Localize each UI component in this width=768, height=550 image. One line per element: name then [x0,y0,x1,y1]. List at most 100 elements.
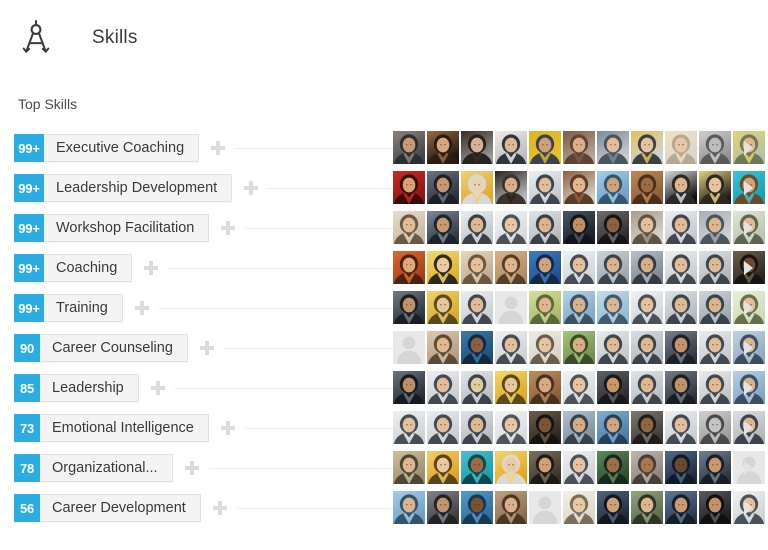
avatar[interactable] [427,331,459,364]
avatar[interactable] [529,171,561,204]
avatar[interactable] [699,371,731,404]
avatar[interactable] [597,451,629,484]
avatar[interactable] [495,251,527,284]
skill-pill[interactable]: Career Counseling [40,334,188,362]
next-endorsers-arrow-icon[interactable] [744,221,753,235]
avatar[interactable] [699,491,731,524]
avatar[interactable] [665,171,697,204]
skill-pill[interactable]: Career Development [40,494,201,522]
avatar[interactable] [461,411,493,444]
avatar[interactable] [665,291,697,324]
skill-pill[interactable]: Leadership Development [44,174,233,202]
avatar[interactable] [529,131,561,164]
avatar[interactable] [563,251,595,284]
avatar[interactable] [699,411,731,444]
next-endorsers-arrow-icon[interactable] [744,421,753,435]
avatar[interactable] [495,491,527,524]
endorse-plus-icon[interactable] [244,181,259,195]
avatar[interactable] [529,291,561,324]
endorse-plus-icon[interactable] [220,421,235,435]
endorse-plus-icon[interactable] [144,261,159,275]
avatar[interactable] [631,211,663,244]
avatar[interactable] [665,371,697,404]
avatar[interactable] [495,411,527,444]
avatar[interactable] [427,211,459,244]
skill-pill[interactable]: Training [44,294,123,322]
avatar[interactable] [699,451,731,484]
avatar[interactable] [699,131,731,164]
avatar-placeholder[interactable] [495,291,527,324]
avatar[interactable] [393,411,425,444]
avatar[interactable] [631,251,663,284]
avatar[interactable] [393,451,425,484]
avatar[interactable] [427,291,459,324]
avatar[interactable] [495,371,527,404]
avatar[interactable] [597,371,629,404]
avatar[interactable] [461,171,493,204]
skill-pill[interactable]: Organizational... [40,454,173,482]
avatar[interactable] [495,131,527,164]
avatar[interactable] [665,331,697,364]
avatar[interactable] [393,211,425,244]
skill-pill[interactable]: Workshop Facilitation [44,214,210,242]
endorse-plus-icon[interactable] [150,381,165,395]
avatar[interactable] [427,371,459,404]
avatar[interactable] [597,291,629,324]
avatar[interactable] [631,171,663,204]
avatar[interactable] [393,291,425,324]
endorse-plus-icon[interactable] [211,141,226,155]
avatar[interactable] [393,491,425,524]
avatar[interactable] [563,451,595,484]
next-endorsers-arrow-icon[interactable] [744,341,753,355]
skill-pill[interactable]: Leadership [40,374,139,402]
avatar[interactable] [529,451,561,484]
next-endorsers-arrow-icon[interactable] [744,301,753,315]
avatar[interactable] [631,371,663,404]
avatar[interactable] [563,331,595,364]
avatar[interactable] [495,451,527,484]
avatar[interactable] [665,211,697,244]
avatar[interactable] [597,131,629,164]
avatar[interactable] [699,251,731,284]
avatar[interactable] [529,211,561,244]
endorse-plus-icon[interactable] [134,301,149,315]
next-endorsers-arrow-icon[interactable] [744,261,753,275]
avatar[interactable] [665,251,697,284]
avatar[interactable] [393,171,425,204]
endorse-plus-icon[interactable] [184,461,199,475]
next-endorsers-arrow-icon[interactable] [744,181,753,195]
avatar[interactable] [461,491,493,524]
avatar[interactable] [563,171,595,204]
avatar[interactable] [699,171,731,204]
avatar[interactable] [665,131,697,164]
avatar[interactable] [597,171,629,204]
avatar[interactable] [597,411,629,444]
avatar[interactable] [631,131,663,164]
avatar[interactable] [461,331,493,364]
avatar[interactable] [427,451,459,484]
avatar[interactable] [631,331,663,364]
avatar[interactable] [529,251,561,284]
avatar[interactable] [665,491,697,524]
avatar[interactable] [427,171,459,204]
next-endorsers-arrow-icon[interactable] [744,381,753,395]
next-endorsers-arrow-icon[interactable] [744,461,753,475]
endorse-plus-icon[interactable] [221,221,236,235]
avatar[interactable] [631,491,663,524]
avatar[interactable] [699,331,731,364]
avatar[interactable] [597,251,629,284]
skill-pill[interactable]: Executive Coaching [44,134,200,162]
avatar[interactable] [495,331,527,364]
avatar[interactable] [461,371,493,404]
next-endorsers-arrow-icon[interactable] [744,501,753,515]
next-endorsers-arrow-icon[interactable] [744,141,753,155]
avatar[interactable] [461,211,493,244]
avatar[interactable] [699,211,731,244]
avatar[interactable] [427,491,459,524]
avatar[interactable] [427,131,459,164]
avatar[interactable] [597,211,629,244]
avatar[interactable] [461,451,493,484]
avatar[interactable] [597,491,629,524]
avatar[interactable] [529,331,561,364]
avatar-placeholder[interactable] [393,331,425,364]
